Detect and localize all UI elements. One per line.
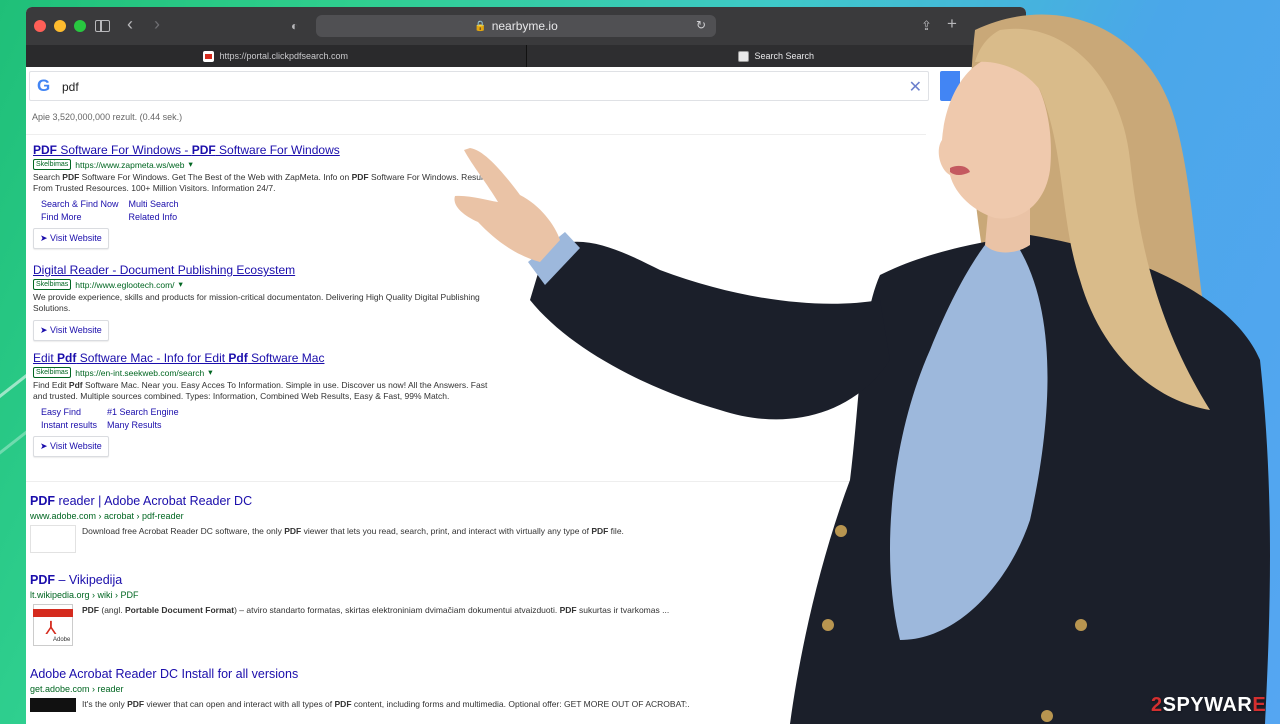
arrow-icon: ➤ — [40, 325, 51, 335]
shield-icon[interactable]: ◐ — [291, 17, 298, 35]
ad-result: Digital Reader - Document Publishing Eco… — [33, 263, 493, 341]
sitelink[interactable]: Instant results — [41, 420, 97, 430]
page-favicon-icon — [738, 50, 750, 62]
dropdown-arrow-icon[interactable]: ▾ — [188, 159, 192, 170]
ad-url[interactable]: https://en-int.seekweb.com/search — [75, 368, 204, 378]
dropdown-arrow-icon[interactable]: ▾ — [208, 367, 212, 378]
site-watermark: 2SPYWARE — [1151, 694, 1266, 717]
ad-url[interactable]: http://www.eglootech.com/ — [75, 280, 174, 290]
title-bar: ‹ › ◐ 🔒 nearbyme.io ↻ ⇪ + — [26, 7, 1026, 45]
result-url[interactable]: www.adobe.com › acrobat › pdf-reader — [30, 511, 790, 521]
forward-icon[interactable]: › — [154, 15, 160, 33]
ad-result: PDF Software For Windows - PDF Software … — [33, 143, 493, 249]
ad-description: Search PDF Software For Windows. Get The… — [33, 172, 490, 193]
watermark-number: 2 — [1151, 694, 1163, 716]
result-title-link[interactable]: PDF – Vikipedija — [30, 573, 790, 587]
ad-description: Find Edit Pdf Software Mac. Near you. Ea… — [33, 380, 488, 401]
organic-result: Adobe Acrobat Reader DC Install for all … — [30, 667, 790, 712]
lock-icon: 🔒 — [474, 20, 487, 32]
ad-title-link[interactable]: PDF Software For Windows - PDF Software … — [33, 143, 493, 157]
back-icon[interactable]: ‹ — [127, 15, 133, 33]
ad-description: We provide experience, skills and produc… — [33, 292, 480, 313]
dropdown-arrow-icon[interactable]: ▾ — [179, 279, 183, 290]
browser-window: ‹ › ◐ 🔒 nearbyme.io ↻ ⇪ + https://portal… — [26, 7, 1026, 724]
sitelink[interactable]: Easy Find — [41, 407, 97, 417]
visit-label: Visit Website — [50, 325, 102, 335]
tab-search-search[interactable]: Search Search — [526, 45, 1026, 67]
ad-url[interactable]: https://www.zapmeta.ws/web — [75, 160, 184, 170]
watermark-text: SPYWAR — [1162, 694, 1253, 716]
visit-website-button[interactable]: ➤ Visit Website — [33, 228, 109, 249]
search-box[interactable]: G pdf ✕ — [29, 71, 929, 101]
address-text: nearbyme.io — [491, 19, 558, 33]
ad-badge: Skelbimas — [33, 279, 72, 290]
visit-website-button[interactable]: ➤ Visit Website — [33, 320, 109, 341]
visit-label: Visit Website — [50, 233, 102, 243]
pdf-document-icon[interactable]: ⅄ Adobe — [30, 604, 76, 646]
result-url[interactable]: lt.wikipedia.org › wiki › PDF — [30, 590, 790, 600]
tab-label: Search Search — [754, 51, 815, 61]
arrow-icon: ➤ — [40, 233, 51, 243]
search-button[interactable] — [940, 71, 960, 101]
sitelink[interactable]: Many Results — [107, 420, 179, 430]
visit-website-button[interactable]: ➤ Visit Website — [33, 436, 109, 457]
ad-badge: Skelbimas — [33, 367, 72, 378]
sitelink[interactable]: Search & Find Now — [41, 199, 119, 209]
divider — [26, 481, 926, 482]
watermark-tail: E — [1252, 694, 1267, 716]
reload-icon[interactable]: ↻ — [696, 18, 706, 32]
ad-badge: Skelbimas — [33, 159, 72, 170]
google-logo-icon: G — [37, 76, 51, 95]
result-url[interactable]: get.adobe.com › reader — [30, 684, 790, 694]
sitelink[interactable]: Multi Search — [129, 199, 179, 209]
new-tab-icon[interactable]: + — [947, 15, 957, 33]
pdf-favicon-icon — [203, 50, 215, 62]
divider — [26, 134, 926, 135]
tab-bar: https://portal.clickpdfsearch.com Search… — [26, 45, 1026, 67]
visit-label: Visit Website — [50, 441, 102, 451]
sitelink[interactable]: Related Info — [129, 212, 179, 222]
sidebar-toggle-icon[interactable] — [95, 20, 110, 32]
thumb-label: Adobe — [53, 637, 71, 643]
close-window-button[interactable] — [34, 20, 46, 32]
organic-result: PDF reader | Adobe Acrobat Reader DC www… — [30, 494, 790, 553]
result-thumbnail[interactable] — [30, 525, 76, 553]
address-bar[interactable]: 🔒 nearbyme.io ↻ — [316, 15, 716, 37]
ad-sitelinks: Search & Find Now Multi Search Find More… — [41, 199, 179, 222]
share-icon[interactable]: ⇪ — [921, 17, 932, 35]
result-description: Download free Acrobat Reader DC software… — [82, 526, 624, 536]
clear-search-icon[interactable]: ✕ — [909, 77, 922, 97]
organic-result: PDF – Vikipedija lt.wikipedia.org › wiki… — [30, 573, 790, 646]
ad-url-row: Skelbimas http://www.eglootech.com/ ▾ — [33, 279, 493, 290]
ad-result: Edit Pdf Software Mac - Info for Edit Pd… — [33, 351, 493, 457]
ad-title-link[interactable]: Edit Pdf Software Mac - Info for Edit Pd… — [33, 351, 493, 365]
result-title-link[interactable]: PDF reader | Adobe Acrobat Reader DC — [30, 494, 790, 508]
ad-sitelinks: Easy Find #1 Search Engine Instant resul… — [41, 407, 179, 430]
ad-title-link[interactable]: Digital Reader - Document Publishing Eco… — [33, 263, 493, 277]
search-input[interactable]: pdf — [62, 80, 79, 94]
result-title-link[interactable]: Adobe Acrobat Reader DC Install for all … — [30, 667, 790, 681]
arrow-icon: ➤ — [40, 441, 51, 451]
result-stats: Apie 3,520,000,000 rezult. (0.44 sek.) — [32, 112, 183, 122]
minimize-window-button[interactable] — [54, 20, 66, 32]
sitelink[interactable]: #1 Search Engine — [107, 407, 179, 417]
result-description: PDF (angl. Portable Document Format) – a… — [82, 605, 670, 615]
ad-url-row: Skelbimas https://www.zapmeta.ws/web ▾ — [33, 159, 493, 170]
window-controls — [34, 20, 86, 32]
tab-clickpdfsearch[interactable]: https://portal.clickpdfsearch.com — [26, 45, 527, 67]
ad-url-row: Skelbimas https://en-int.seekweb.com/sea… — [33, 367, 493, 378]
search-results-page: G pdf ✕ Apie 3,520,000,000 rezult. (0.44… — [26, 67, 1026, 724]
zoom-window-button[interactable] — [74, 20, 86, 32]
sitelink[interactable]: Find More — [41, 212, 119, 222]
tab-label: https://portal.clickpdfsearch.com — [219, 51, 349, 61]
result-thumbnail[interactable] — [30, 698, 76, 712]
result-description: It's the only PDF viewer that can open a… — [82, 699, 690, 709]
